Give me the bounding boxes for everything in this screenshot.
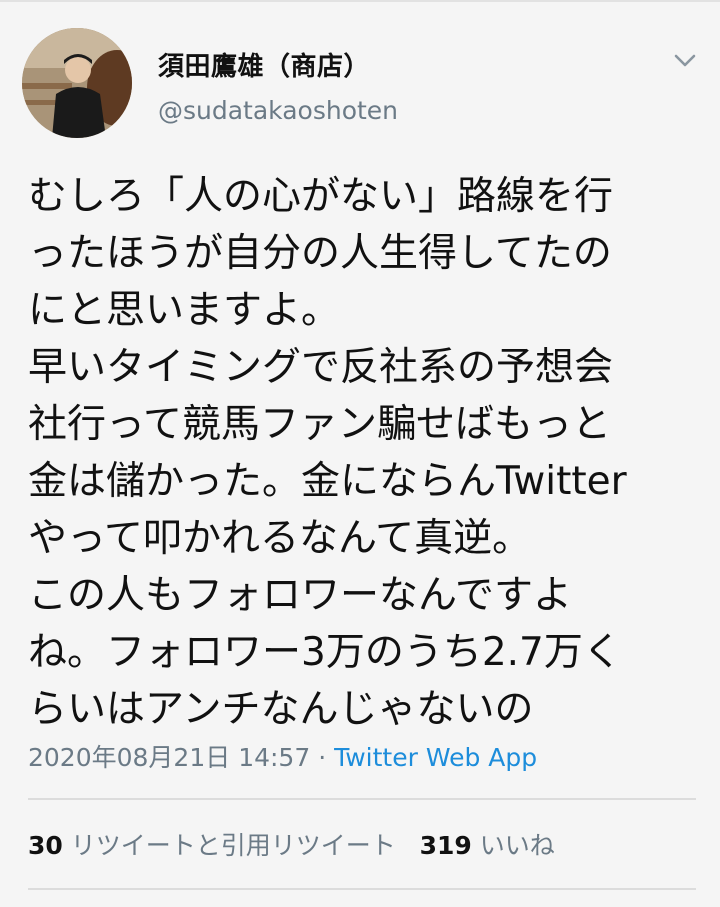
likes-count: 319 xyxy=(419,831,472,860)
chevron-down-icon[interactable] xyxy=(672,50,698,70)
avatar-image xyxy=(22,28,132,138)
tweet-line: やって叩かれるなんて真逆。 xyxy=(28,516,532,561)
divider xyxy=(28,888,696,890)
tweet-meta: 2020年08月21日 14:57 · Twitter Web App xyxy=(28,738,537,774)
tweet-line: むしろ「人の心がない」路線を行 xyxy=(28,174,614,219)
tweet-line: この人もフォロワーなんですよ xyxy=(28,573,573,618)
tweet-timestamp[interactable]: 2020年08月21日 14:57 xyxy=(28,743,310,772)
tweet-header: 須田鷹雄（商店） @sudatakaoshoten xyxy=(22,28,698,138)
tweet-line: 社行って競馬ファン騙せばもっと xyxy=(28,402,612,447)
top-divider xyxy=(0,0,720,2)
tweet-line: にと思いますよ。 xyxy=(28,288,341,333)
meta-separator: · xyxy=(310,743,335,772)
source-app-link[interactable]: Twitter Web App xyxy=(334,743,537,772)
display-name[interactable]: 須田鷹雄（商店） xyxy=(158,46,370,83)
tweet-stats: 30 リツイートと引用リツイート 319 いいね xyxy=(28,826,555,862)
retweets-stat[interactable]: 30 リツイートと引用リツイート xyxy=(28,831,396,860)
tweet-line: ったほうが自分の人生得してたの xyxy=(28,231,612,276)
tweet-line: らいはアンチなんじゃないの xyxy=(28,687,534,732)
tweet-text: むしろ「人の心がない」路線を行 ったほうが自分の人生得してたの にと思いますよ。… xyxy=(28,168,700,738)
retweets-count: 30 xyxy=(28,831,63,860)
tweet-line: 金は儲かった。金にならんTwitter xyxy=(28,459,627,504)
tweet-line: ね。フォロワー3万のうち2.7万く xyxy=(28,630,622,675)
likes-label: いいね xyxy=(479,831,555,860)
user-handle[interactable]: @sudatakaoshoten xyxy=(158,96,398,125)
retweets-label: リツイートと引用リツイート xyxy=(70,831,396,860)
divider xyxy=(28,798,696,800)
likes-stat[interactable]: 319 いいね xyxy=(420,831,555,860)
tweet-line: 早いタイミングで反社系の予想会 xyxy=(28,345,614,390)
avatar[interactable] xyxy=(22,28,132,138)
